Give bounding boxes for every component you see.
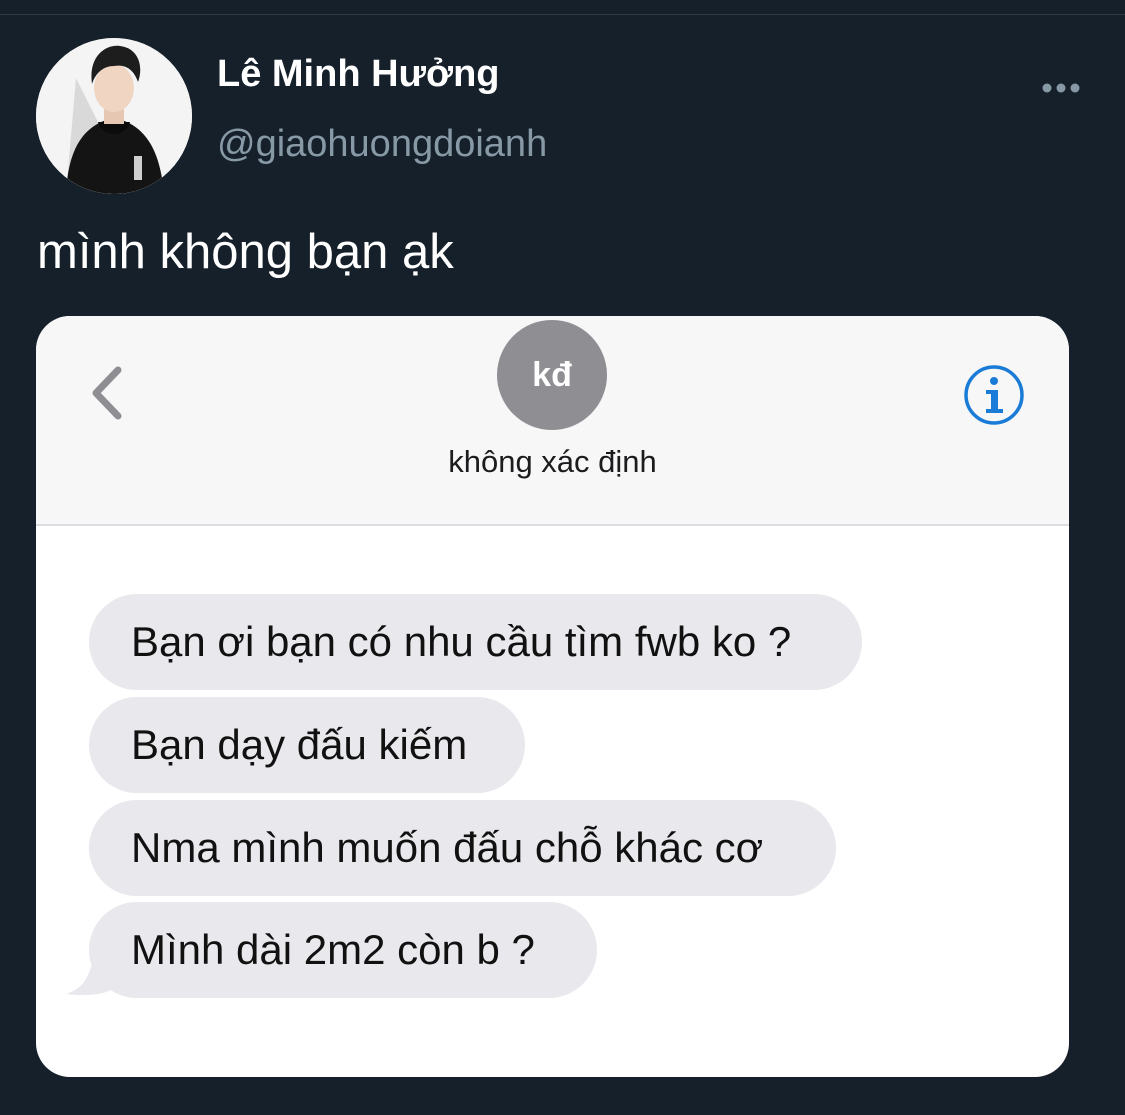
more-options-button[interactable] <box>1036 72 1086 104</box>
more-horizontal-icon <box>1042 83 1080 93</box>
top-divider <box>0 0 1125 15</box>
display-name[interactable]: Lê Minh Hưởng <box>217 50 500 98</box>
tweet-media-image[interactable]: kđ không xác định Bạn ơi bạn có nhu cầu … <box>36 316 1069 1077</box>
user-handle[interactable]: @giaohuongdoianh <box>217 120 547 168</box>
message-bubble: Nma mình muốn đấu chỗ khác cơ <box>89 800 836 896</box>
chevron-left-icon <box>92 366 122 420</box>
avatar-photo <box>36 38 192 194</box>
back-button <box>84 360 136 426</box>
message-bubble: Bạn ơi bạn có nhu cầu tìm fwb ko ? <box>89 594 862 690</box>
sms-header: kđ không xác định <box>36 316 1069 526</box>
contact-name: không xác định <box>448 444 657 479</box>
avatar[interactable] <box>36 38 192 194</box>
info-icon <box>964 365 1024 425</box>
message-bubble: Bạn dạy đấu kiếm <box>89 697 525 793</box>
tweet-text: mình không bạn ạk <box>37 225 454 279</box>
info-button <box>963 364 1025 426</box>
message-bubble: Mình dài 2m2 còn b ? <box>89 902 597 998</box>
contact-avatar: kđ <box>497 320 607 430</box>
